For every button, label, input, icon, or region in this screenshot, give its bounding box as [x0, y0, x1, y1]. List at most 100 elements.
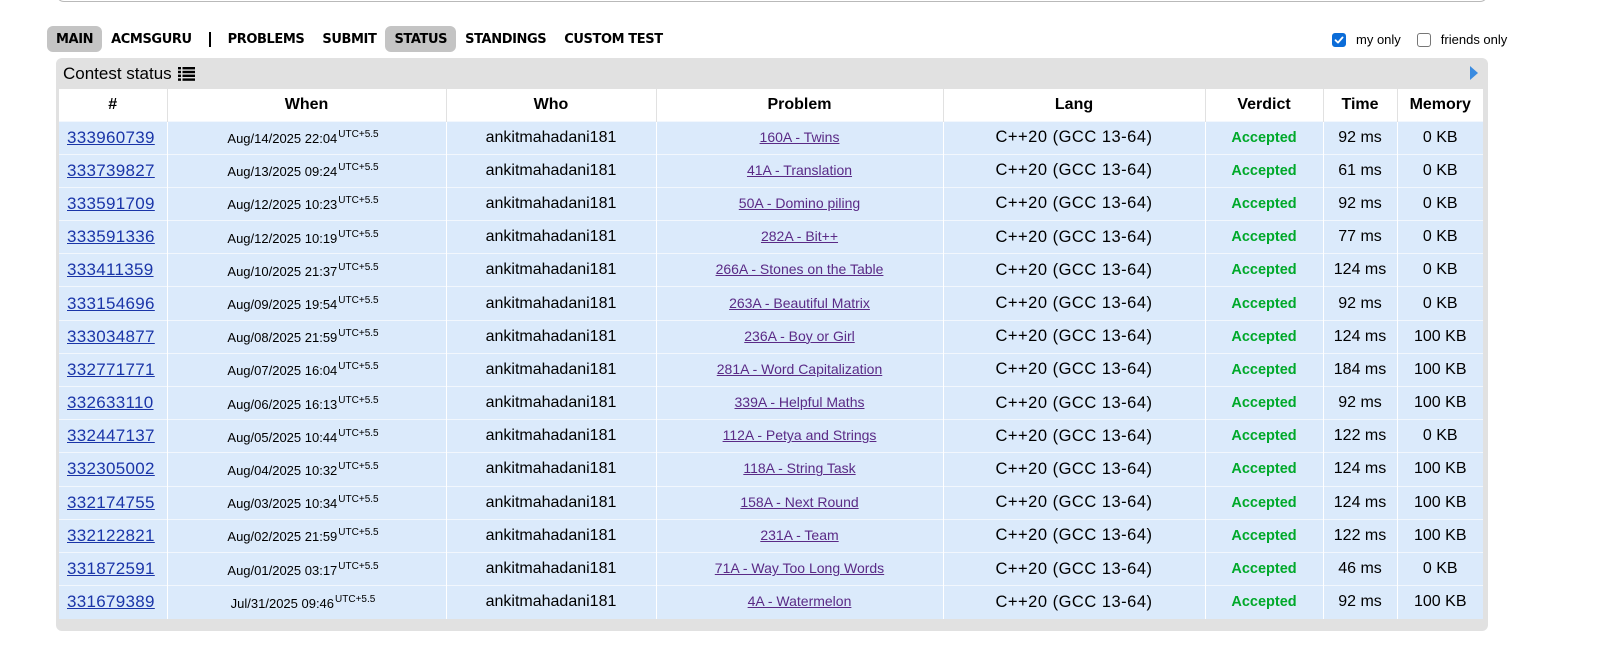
header-time[interactable]: Time [1323, 89, 1398, 121]
verdict-cell[interactable]: Accepted [1205, 585, 1324, 619]
submission-id-link[interactable]: 333591709 [67, 194, 155, 213]
header-memory[interactable]: Memory [1397, 89, 1483, 121]
time-cell: 77 ms [1323, 220, 1398, 254]
menu-main[interactable]: Main [47, 26, 103, 52]
verdict-cell[interactable]: Accepted [1205, 220, 1324, 254]
memory-cell: 0 KB [1397, 153, 1483, 188]
submission-id-link[interactable]: 331872591 [67, 559, 155, 578]
problem-link[interactable]: 4A - Watermelon [748, 593, 852, 609]
timezone-label: UTC+5.5 [338, 162, 379, 174]
time-cell: 92 ms [1323, 585, 1398, 619]
my-only-filter[interactable]: my only [1332, 32, 1401, 47]
problem-link[interactable]: 158A - Next Round [740, 494, 858, 510]
who-cell: ankitmahadani181 [446, 518, 657, 553]
verdict-cell[interactable]: Accepted [1205, 120, 1324, 155]
submission-id-link[interactable]: 333739827 [67, 161, 155, 180]
problem-link[interactable]: 263A - Beautiful Matrix [729, 295, 870, 311]
header-id[interactable]: # [59, 89, 168, 121]
menu-acmsguru[interactable]: acmsguru [102, 26, 201, 52]
submission-id-link[interactable]: 333411359 [67, 260, 154, 279]
menu-submit[interactable]: Submit [313, 26, 385, 52]
timezone-label: UTC+5.5 [338, 195, 379, 207]
verdict-cell[interactable]: Accepted [1205, 452, 1324, 487]
submission-id-link[interactable]: 333591336 [67, 227, 155, 246]
verdict-cell[interactable]: Accepted [1205, 253, 1324, 287]
problem-cell: 339A - Helpful Maths [656, 385, 944, 420]
who-cell: ankitmahadani181 [446, 585, 657, 619]
verdict-cell[interactable]: Accepted [1205, 485, 1324, 520]
menu-problems[interactable]: Problems [219, 26, 314, 52]
header-when[interactable]: When [167, 89, 447, 121]
time-cell: 122 ms [1323, 419, 1398, 453]
header-lang[interactable]: Lang [943, 89, 1206, 121]
time-cell: 124 ms [1323, 319, 1398, 354]
timezone-label: UTC+5.5 [338, 494, 379, 506]
header-problem[interactable]: Problem [656, 89, 944, 121]
verdict-cell[interactable]: Accepted [1205, 385, 1324, 420]
submission-id-link[interactable]: 333960739 [67, 128, 155, 147]
submission-id-link[interactable]: 332305002 [67, 459, 155, 478]
memory-cell: 0 KB [1397, 551, 1483, 586]
time-cell: 92 ms [1323, 186, 1398, 221]
problem-link[interactable]: 236A - Boy or Girl [744, 328, 855, 344]
my-only-checkbox[interactable] [1332, 32, 1346, 47]
submission-id-link[interactable]: 331679389 [67, 592, 155, 611]
problem-link[interactable]: 160A - Twins [760, 129, 840, 145]
when-cell: Aug/02/2025 21:59UTC+5.5 [167, 518, 447, 553]
time-cell: 124 ms [1323, 485, 1398, 520]
verdict-cell[interactable]: Accepted [1205, 551, 1324, 586]
when-cell: Aug/08/2025 21:59UTC+5.5 [167, 319, 447, 354]
submission-time: Aug/13/2025 09:24 [227, 164, 338, 180]
friends-only-filter[interactable]: friends only [1416, 32, 1508, 47]
submission-id-link[interactable]: 332122821 [67, 526, 155, 545]
submission-id-link[interactable]: 332447137 [67, 426, 155, 445]
contest-status-panel: Contest status # When Who Problem Lang V… [56, 58, 1488, 631]
menu-custom-test[interactable]: Custom Test [555, 26, 671, 52]
lang-cell: C++20 (GCC 13-64) [943, 253, 1206, 287]
verdict-cell[interactable]: Accepted [1205, 186, 1324, 221]
menu-status[interactable]: Status [385, 26, 457, 52]
submission-time: Aug/12/2025 10:19 [227, 230, 338, 246]
submission-id-cell: 333960739 [59, 120, 168, 155]
submission-id-link[interactable]: 333034877 [67, 327, 155, 346]
header-verdict[interactable]: Verdict [1205, 89, 1324, 121]
who-cell: ankitmahadani181 [446, 551, 657, 586]
problem-link[interactable]: 282A - Bit++ [761, 228, 838, 244]
time-cell: 184 ms [1323, 352, 1398, 387]
problem-link[interactable]: 50A - Domino piling [739, 195, 860, 211]
friends-only-checkbox[interactable] [1416, 32, 1431, 47]
verdict-cell[interactable]: Accepted [1205, 153, 1324, 188]
when-cell: Aug/12/2025 10:23UTC+5.5 [167, 186, 447, 221]
time-cell: 92 ms [1323, 385, 1398, 420]
header-who[interactable]: Who [446, 89, 657, 121]
submission-id-link[interactable]: 332771771 [67, 360, 155, 379]
verdict-cell[interactable]: Accepted [1205, 518, 1324, 553]
friends-only-label: friends only [1440, 32, 1508, 47]
problem-link[interactable]: 41A - Translation [747, 162, 852, 178]
problem-link[interactable]: 339A - Helpful Maths [735, 394, 865, 410]
verdict-cell[interactable]: Accepted [1205, 319, 1324, 354]
list-icon[interactable] [177, 67, 195, 81]
submission-id-link[interactable]: 333154696 [67, 294, 155, 313]
submission-id-link[interactable]: 332174755 [67, 493, 155, 512]
problem-link[interactable]: 231A - Team [760, 527, 838, 543]
problem-link[interactable]: 281A - Word Capitalization [717, 361, 883, 377]
problem-link[interactable]: 118A - String Task [743, 460, 855, 476]
panel-title-text: Contest status [63, 64, 172, 83]
when-cell: Aug/14/2025 22:04UTC+5.5 [167, 120, 447, 155]
problem-cell: 160A - Twins [656, 120, 944, 155]
verdict-cell[interactable]: Accepted [1205, 419, 1324, 453]
time-cell: 46 ms [1323, 551, 1398, 586]
lang-cell: C++20 (GCC 13-64) [943, 319, 1206, 354]
arrow-right-icon[interactable] [1469, 65, 1479, 81]
verdict-cell[interactable]: Accepted [1205, 286, 1324, 321]
verdict-cell[interactable]: Accepted [1205, 352, 1324, 387]
submission-time: Aug/09/2025 19:54 [227, 297, 338, 313]
submission-id-cell: 332174755 [59, 485, 168, 520]
menu-standings[interactable]: Standings [456, 26, 555, 52]
problem-link[interactable]: 266A - Stones on the Table [716, 261, 884, 277]
problem-link[interactable]: 112A - Petya and Strings [723, 427, 877, 443]
submission-id-link[interactable]: 332633110 [67, 393, 154, 412]
problem-link[interactable]: 71A - Way Too Long Words [715, 560, 884, 576]
memory-cell: 0 KB [1397, 419, 1483, 453]
